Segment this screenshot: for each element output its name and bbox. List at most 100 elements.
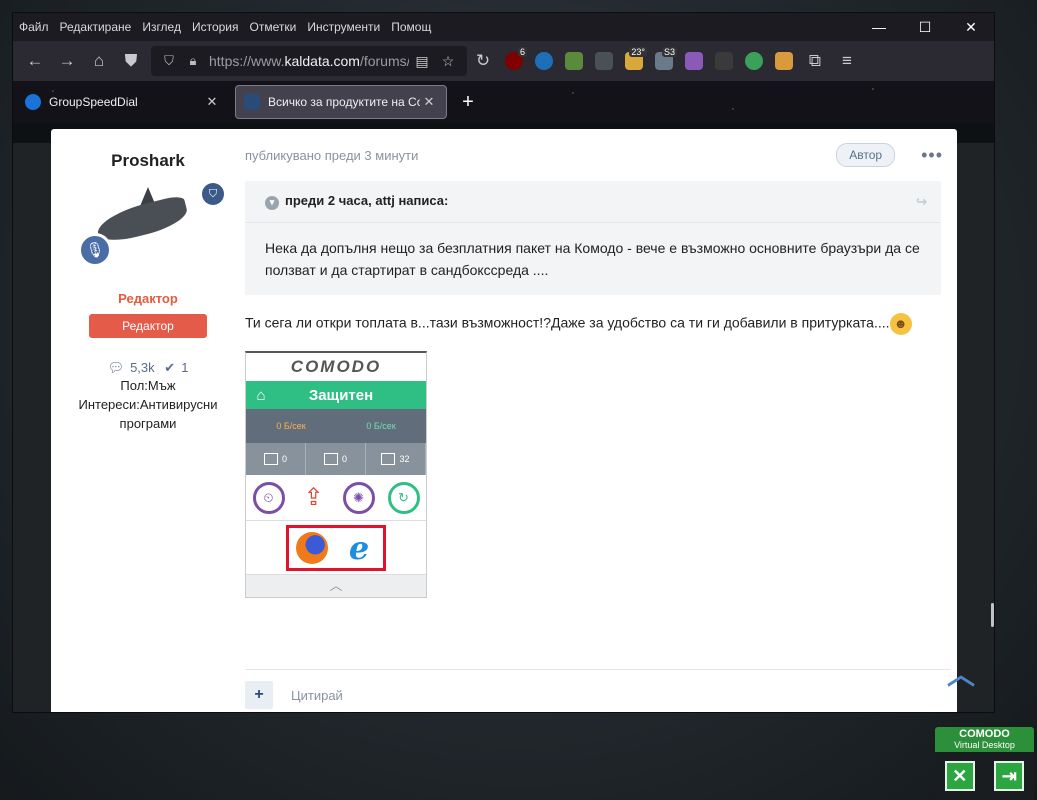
globe-extension-icon[interactable] xyxy=(739,45,769,77)
brush-extension-icon[interactable] xyxy=(769,45,799,77)
browser-window: Файл Редактиране Изглед История Отметки … xyxy=(12,12,995,713)
s3-extension-icon[interactable]: S3 xyxy=(649,45,679,77)
shield-extension-icon[interactable]: ⛊ xyxy=(115,45,147,77)
forum-post: Proshark 🎙︎ ⛉ Редактор Редактор 💬︎ 5,3k ✔… xyxy=(51,129,957,712)
extensions-puzzle-icon[interactable]: ⧉ xyxy=(799,45,831,77)
comodo-logo: COMODO xyxy=(290,357,382,376)
quote-text: Нека да допълня нещо за безплатния пакет… xyxy=(265,240,920,278)
menu-file[interactable]: Файл xyxy=(19,20,49,34)
close-tab-icon[interactable]: ✕ xyxy=(420,94,438,110)
status-text: Защитен xyxy=(308,386,374,404)
lock-icon[interactable]: 🔒︎ xyxy=(181,53,205,69)
virtual-desktop-title: COMODO xyxy=(959,728,1010,740)
ublock-badge: 6 xyxy=(517,47,527,57)
hamburger-menu-icon[interactable]: ≡ xyxy=(831,45,863,77)
scrollbar-thumb[interactable] xyxy=(991,603,994,627)
reply-bar: + Цитирай xyxy=(245,681,343,709)
question-file-icon xyxy=(381,453,396,465)
weather-badge: 23° xyxy=(629,47,647,57)
tab-bar: GroupSpeedDial ✕ Всичко за продуктите на… xyxy=(13,81,994,123)
scroll-to-top-icon[interactable]: ︿ xyxy=(947,653,975,693)
ublock-extension-icon[interactable]: 6 xyxy=(499,45,529,77)
menu-history[interactable]: История xyxy=(192,20,239,34)
maximize-button[interactable]: ☐ xyxy=(902,13,948,41)
firefox-icon xyxy=(296,531,328,564)
reload-icon[interactable]: ↻ xyxy=(467,45,499,77)
quote-block: ▾ преди 2 часа, attj написа: ↪ Нека да до… xyxy=(245,181,941,295)
menu-edit[interactable]: Редактиране xyxy=(60,20,132,34)
menu-view[interactable]: Изглед xyxy=(142,20,181,34)
avatar[interactable]: 🎙︎ ⛉ xyxy=(78,183,224,273)
highlighted-browsers: e xyxy=(286,524,386,571)
home-icon[interactable]: ⌂ xyxy=(83,45,115,77)
virtual-desktop-subtitle: Virtual Desktop xyxy=(954,740,1015,750)
comodo-virtual-desktop-widget: COMODO Virtual Desktop ✕ ⇥ xyxy=(935,727,1034,800)
home-icon: ⌂ xyxy=(256,386,266,404)
window-controls: — ☐ ✕ xyxy=(856,13,994,41)
new-tab-button[interactable]: + xyxy=(453,91,483,114)
laughing-emoji-icon: ☻ xyxy=(889,313,912,335)
kaldata-favicon-icon xyxy=(244,94,260,110)
close-virtual-desktop-icon[interactable]: ✕ xyxy=(944,761,975,791)
post-divider xyxy=(245,669,951,670)
close-window-button[interactable]: ✕ xyxy=(948,13,994,41)
share-arrow-icon[interactable]: ↪ xyxy=(916,194,927,210)
reader-view-icon[interactable]: ▤ xyxy=(409,53,435,70)
counter-list: 0 xyxy=(306,443,366,475)
feather-extension-icon[interactable] xyxy=(679,45,709,77)
author-stats: 💬︎ 5,3k ✔ 1 xyxy=(51,360,245,376)
menu-bar: Файл Редактиране Изглед История Отметки … xyxy=(13,13,994,41)
speed-in: 0 Б/сек xyxy=(276,421,306,431)
quote-link[interactable]: Цитирай xyxy=(291,688,343,703)
author-badge: Автор xyxy=(836,143,896,167)
minimize-button[interactable]: — xyxy=(856,13,902,41)
menu-bookmarks[interactable]: Отметки xyxy=(250,20,297,34)
author-interests: Интереси:Антивирусни програми xyxy=(78,397,218,431)
tab-comodo-topic[interactable]: Всичко за продуктите на Comodo ✕ xyxy=(235,85,447,119)
bookmark-star-icon[interactable]: ☆ xyxy=(435,53,461,70)
comodo-widget-screenshot: COMODO ⌂ Защитен 0 Б/сек 0 Б/сек 0 0 32 xyxy=(245,351,427,598)
back-icon[interactable]: ← xyxy=(19,45,51,77)
quote-header-text: преди 2 часа, attj написа: xyxy=(285,193,449,209)
close-tab-icon[interactable]: ✕ xyxy=(203,94,221,110)
microphone-icon: 🎙︎ xyxy=(78,233,112,267)
virtual-desktop-header: COMODO Virtual Desktop xyxy=(935,727,1034,752)
post-header: публикувано преди 3 минути Автор ••• xyxy=(245,129,951,181)
menu-tools[interactable]: Инструменти xyxy=(307,20,380,34)
forward-icon[interactable]: → xyxy=(51,45,83,77)
tool-icons-row: ⏲ ⇪ ✺ ↻ xyxy=(246,475,426,521)
network-speed: 0 Б/сек 0 Б/сек xyxy=(246,409,426,443)
speedometer-icon: ⏲ xyxy=(252,481,285,514)
page-content: Proshark 🎙︎ ⛉ Редактор Редактор 💬︎ 5,3k ✔… xyxy=(13,123,994,712)
collapse-quote-icon[interactable]: ▾ xyxy=(265,195,279,210)
reputation-count: 1 xyxy=(181,360,189,375)
counter-value: 32 xyxy=(399,454,410,464)
translate-extension-icon[interactable] xyxy=(559,45,589,77)
post-time[interactable]: публикувано преди 3 минути xyxy=(245,148,418,163)
list-icon xyxy=(323,453,338,465)
exit-virtual-desktop-icon[interactable]: ⇥ xyxy=(994,761,1025,791)
post-body: публикувано преди 3 минути Автор ••• ▾ пр… xyxy=(245,129,951,598)
counter-unknown: 32 xyxy=(366,443,426,475)
role-badge: Редактор xyxy=(89,314,207,338)
multiquote-plus-button[interactable]: + xyxy=(245,681,273,709)
url-bar[interactable]: ⛉ 🔒︎ https://www.kaldata.com/forums/topi… xyxy=(151,46,467,76)
dark-reader-extension-icon[interactable] xyxy=(709,45,739,77)
post-text: Ти сега ли откри топлата в...тази възмож… xyxy=(245,313,951,335)
url-host: kaldata.com xyxy=(284,53,360,69)
counters-row: 0 0 32 xyxy=(246,443,426,475)
browsers-row: e xyxy=(246,521,426,575)
weather-extension-icon[interactable]: 23° xyxy=(619,45,649,77)
moderator-shield-icon: ⛉ xyxy=(202,183,224,205)
tab-groupspeeddial[interactable]: GroupSpeedDial ✕ xyxy=(17,85,229,119)
upload-tray-icon: ⇪ xyxy=(303,484,324,511)
archive-icon xyxy=(263,453,278,465)
chevron-up-icon: ︿ xyxy=(246,575,426,597)
author-name[interactable]: Proshark xyxy=(51,151,245,171)
edge-extension-icon[interactable] xyxy=(529,45,559,77)
menu-help[interactable]: Помощ xyxy=(391,20,431,34)
url-text[interactable]: https://www.kaldata.com/forums/topic/23 xyxy=(205,53,409,69)
screenshot-extension-icon[interactable] xyxy=(589,45,619,77)
more-options-icon[interactable]: ••• xyxy=(921,145,943,166)
tracking-shield-icon[interactable]: ⛉ xyxy=(157,53,181,69)
